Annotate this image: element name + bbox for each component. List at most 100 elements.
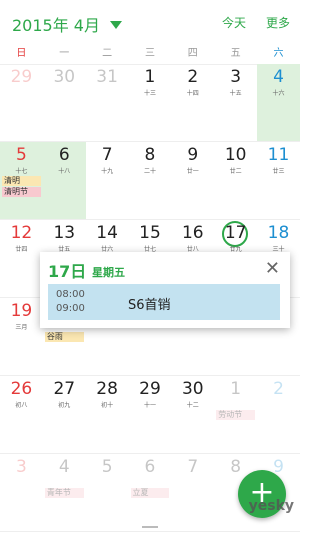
close-icon[interactable]: ✕ [265,258,280,279]
lunar-date: 十九 [101,168,114,175]
day-number: 18 [267,223,290,243]
day-cell[interactable]: 7 十九 [86,142,129,219]
lunar-date: 廿一 [186,168,199,175]
day-number: 2 [273,379,284,399]
day-number: 4 [58,457,70,477]
week-row: 26 初八 27 初九 28 初十 29 十一 30 十二 1 劳动节 2 [0,376,300,454]
day-number: 13 [53,223,76,243]
event-chip[interactable]: 青年节 [44,488,84,498]
day-cell[interactable]: 5 十七 清明 清明节 [0,142,43,219]
day-cell[interactable]: 2 十四 [171,64,214,141]
event-chip[interactable]: 谷雨 [44,332,84,342]
day-number: 31 [96,67,118,87]
more-button[interactable]: 更多 [266,14,290,31]
day-cell[interactable]: 30 十二 [171,376,214,453]
lunar-date: 初十 [101,402,114,409]
weekday-header: 日一二三四五六 [0,44,300,65]
popup-weekday: 星期五 [92,266,125,279]
day-number: 5 [16,145,27,165]
day-number: 16 [181,223,204,243]
day-number: 6 [144,457,156,477]
day-cell[interactable]: 10 廿二 [214,142,257,219]
lunar-date: 十三 [143,90,156,97]
day-number: 17 [224,223,247,243]
week-row: 29 30 31 1 十三 2 十四 3 十五 4 十六 [0,64,300,142]
day-cell[interactable]: 9 廿一 [171,142,214,219]
weekday-label: 四 [187,48,198,59]
day-cell[interactable]: 6 立夏 [129,454,172,531]
day-number: 9 [187,145,199,165]
month-selector[interactable]: 2015年 4月 [12,12,122,36]
lunar-date: 十八 [58,168,71,175]
day-cell[interactable]: 31 [86,64,129,141]
event-end-time: 09:00 [56,303,85,314]
day-cell[interactable]: 4 十六 [257,64,300,141]
day-number: 28 [96,379,118,399]
day-number: 12 [10,223,33,243]
event-item[interactable]: 08:00 09:00 S6首销 [48,284,280,320]
day-number: 3 [16,457,27,477]
day-number: 10 [224,145,247,165]
day-cell[interactable]: 3 十五 [214,64,257,141]
event-chip[interactable]: 立夏 [130,488,170,498]
day-number: 29 [139,379,161,399]
lunar-date: 廿二 [229,168,242,175]
day-cell[interactable]: 19 三月 [0,298,43,375]
today-button[interactable]: 今天 [222,14,246,31]
day-number: 19 [10,301,33,321]
lunar-date: 十一 [143,402,156,409]
day-number: 5 [101,457,113,477]
lunar-date: 十五 [229,90,242,97]
event-chip[interactable]: 清明节 [2,187,41,197]
watermark-logo: yesky [248,498,294,514]
dropdown-triangle-icon [110,21,122,29]
day-cell[interactable]: 6 十八 [42,142,86,219]
day-number: 3 [230,67,242,87]
day-number: 15 [139,223,161,243]
day-cell[interactable]: 8 二十 [129,142,172,219]
weekday-label: 五 [230,48,241,59]
lunar-date: 廿四 [15,246,28,253]
lunar-date: 初九 [58,402,71,409]
day-number: 14 [96,223,118,243]
day-cell[interactable]: 28 初十 [86,376,129,453]
lunar-date: 十二 [186,402,199,409]
day-cell[interactable]: 29 十一 [129,376,172,453]
day-cell[interactable]: 27 初九 [43,376,86,453]
weekday-label: 三 [144,48,155,59]
event-chip[interactable]: 清明 [2,176,41,186]
day-cell[interactable]: 29 [0,64,43,141]
day-number: 8 [144,145,156,165]
lunar-date: 十七 [15,168,28,175]
weekday-label: 日 [16,48,27,59]
day-cell[interactable]: 26 初八 [0,376,43,453]
day-number: 7 [187,457,199,477]
weekday-label: 六 [273,48,284,59]
day-cell[interactable]: 4 青年节 [43,454,86,531]
day-cell[interactable]: 7 [171,454,214,531]
calendar-header: 2015年 4月 今天 更多 [0,0,300,44]
drag-handle[interactable] [142,526,158,528]
lunar-date: 二十 [143,168,156,175]
event-chip[interactable]: 劳动节 [216,410,256,420]
day-cell[interactable]: 2 [257,376,300,453]
popup-day: 17日 [48,262,87,281]
day-cell[interactable]: 5 [86,454,129,531]
lunar-date: 十六 [272,90,285,97]
lunar-date: 初八 [15,402,28,409]
day-cell[interactable]: 11 廿三 [257,142,300,219]
day-number: 27 [53,379,76,399]
month-title-label: 2015年 4月 [12,16,100,35]
day-number: 11 [267,145,290,165]
day-cell[interactable]: 12 廿四 [0,220,43,297]
day-cell[interactable]: 1 十三 [129,64,172,141]
day-cell[interactable]: 1 劳动节 [214,376,257,453]
day-number: 26 [10,379,33,399]
day-number: 2 [187,67,199,87]
day-cell[interactable]: 30 [43,64,86,141]
event-title: S6首销 [128,298,171,313]
week-row: 5 十七 清明 清明节 6 十八 7 十九 8 二十 9 廿一 10 廿二 11 廿三 [0,142,300,220]
lunar-date: 十四 [186,90,199,97]
weekday-label: 一 [59,48,70,59]
day-cell[interactable]: 3 [0,454,43,531]
